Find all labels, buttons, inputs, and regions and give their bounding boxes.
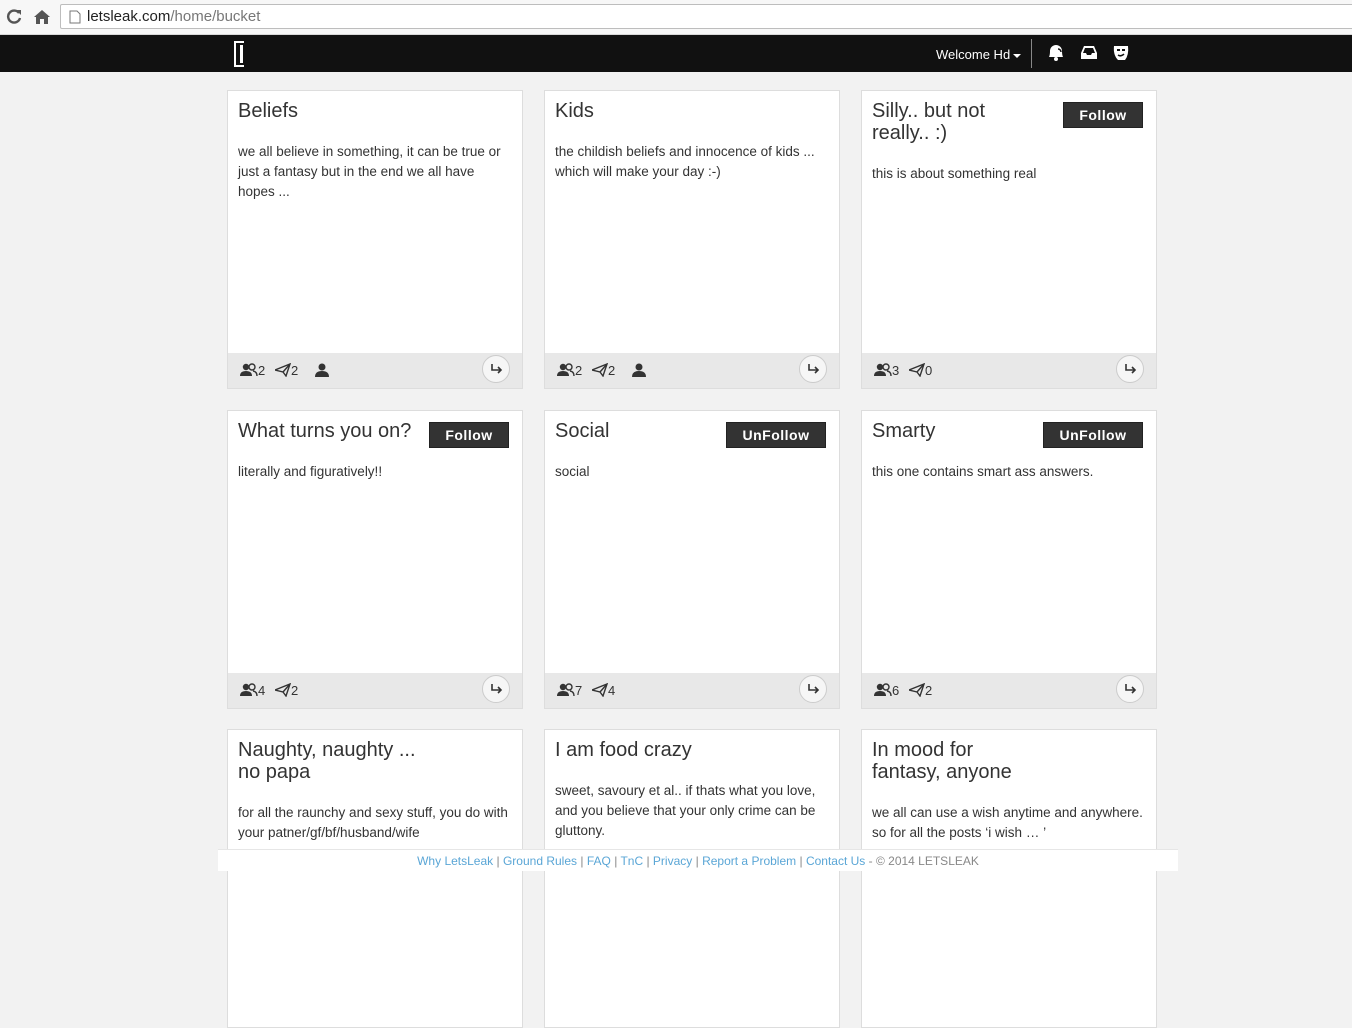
share-arrow-icon [1125, 684, 1137, 694]
share-arrow-icon [808, 364, 820, 374]
share-button[interactable] [1116, 675, 1144, 703]
share-button[interactable] [799, 675, 827, 703]
members-count: 2 [557, 363, 582, 378]
card-title[interactable]: In mood for fantasy, anyone [872, 739, 1047, 783]
card-footer: 7 4 [545, 673, 839, 708]
bucket-card[interactable]: Smarty UnFollow this one contains smart … [861, 410, 1157, 709]
card-footer: 2 2 [228, 353, 522, 388]
footer-link-report-problem[interactable]: Report a Problem [702, 854, 796, 868]
posts-count: 4 [589, 682, 615, 698]
card-footer: 4 2 [228, 673, 522, 708]
footer-link-privacy[interactable]: Privacy [653, 854, 692, 868]
posts-count: 2 [906, 682, 932, 698]
url-host: letsleak.com [87, 8, 171, 25]
follow-button[interactable]: Follow [1063, 102, 1143, 128]
footer-link-faq[interactable]: FAQ [587, 854, 611, 868]
welcome-label: Welcome Hd [936, 47, 1011, 62]
bucket-card[interactable]: I am food crazy sweet, savoury et al.. i… [544, 729, 840, 1028]
bucket-card[interactable]: In mood for fantasy, anyone we all can u… [861, 729, 1157, 1028]
posts-count: 2 [589, 362, 615, 378]
site-navbar: Welcome Hd [0, 35, 1352, 72]
footer-link-contact-us[interactable]: Contact Us [806, 854, 865, 868]
share-arrow-icon [491, 684, 503, 694]
footer-copyright: - © 2014 LETSLEAK [868, 854, 979, 868]
card-description: this one contains smart ass answers. [872, 464, 1094, 479]
members-count: 4 [240, 683, 265, 698]
user-menu-dropdown[interactable]: Welcome Hd [936, 47, 1022, 62]
share-button[interactable] [799, 355, 827, 383]
page-icon [69, 10, 81, 29]
user-icon[interactable] [315, 363, 329, 378]
notification-bell-icon[interactable] [1045, 43, 1067, 63]
bucket-card[interactable]: Naughty, naughty ... no papa for all the… [227, 729, 523, 1028]
letsleak-logo[interactable] [230, 39, 248, 69]
card-title[interactable]: What turns you on? [238, 420, 428, 442]
bucket-card[interactable]: Beliefs we all believe in something, it … [227, 90, 523, 389]
reload-icon[interactable] [4, 7, 24, 27]
posts-count: 2 [272, 682, 298, 698]
share-button[interactable] [482, 355, 510, 383]
url-text[interactable]: letsleak.com/home/bucket [87, 8, 260, 25]
card-footer: 6 2 [862, 673, 1156, 708]
card-footer: 2 2 [545, 353, 839, 388]
bucket-card[interactable]: What turns you on? Follow literally and … [227, 410, 523, 709]
card-title[interactable]: I am food crazy [555, 739, 825, 761]
anonymous-mask-icon[interactable] [1110, 43, 1132, 63]
card-title[interactable]: Silly.. but not really.. :) [872, 100, 1047, 144]
footer-separator: | [646, 854, 650, 868]
footer-separator: | [580, 854, 584, 868]
footer-separator: | [799, 854, 803, 868]
card-title[interactable]: Social [555, 420, 725, 442]
browser-toolbar: letsleak.com/home/bucket [0, 0, 1352, 35]
caret-down-icon [1013, 53, 1022, 58]
members-count: 7 [557, 683, 582, 698]
card-description: social [555, 464, 590, 479]
site-footer: Why LetsLeak | Ground Rules | FAQ | TnC … [218, 849, 1178, 871]
unfollow-button[interactable]: UnFollow [1043, 422, 1143, 448]
members-count: 3 [874, 363, 899, 378]
footer-link-why-letsleak[interactable]: Why LetsLeak [417, 854, 493, 868]
share-arrow-icon [1125, 364, 1137, 374]
card-description: this is about something real [872, 166, 1037, 181]
share-arrow-icon [491, 364, 503, 374]
footer-link-tnc[interactable]: TnC [620, 854, 643, 868]
footer-separator: | [695, 854, 699, 868]
card-description: literally and figuratively!! [238, 464, 383, 479]
card-title[interactable]: Smarty [872, 420, 1042, 442]
members-count: 2 [240, 363, 265, 378]
card-description: the childish beliefs and innocence of ki… [555, 144, 815, 179]
card-description: we all believe in something, it can be t… [238, 144, 501, 199]
card-title[interactable]: Beliefs [238, 100, 508, 122]
card-footer: 3 0 [862, 353, 1156, 388]
footer-separator: | [496, 854, 500, 868]
nav-divider [1031, 39, 1032, 68]
share-button[interactable] [1116, 355, 1144, 383]
footer-link-ground-rules[interactable]: Ground Rules [503, 854, 577, 868]
card-description: for all the raunchy and sexy stuff, you … [238, 805, 508, 840]
user-icon[interactable] [632, 363, 646, 378]
card-title[interactable]: Naughty, naughty ... no papa [238, 739, 428, 783]
share-button[interactable] [482, 675, 510, 703]
bucket-card[interactable]: Social UnFollow social 7 4 [544, 410, 840, 709]
members-count: 6 [874, 683, 899, 698]
card-title[interactable]: Kids [555, 100, 825, 122]
posts-count: 0 [906, 362, 932, 378]
card-description: we all can use a wish anytime and anywhe… [872, 805, 1143, 840]
follow-button[interactable]: Follow [429, 422, 509, 448]
address-bar[interactable]: letsleak.com/home/bucket [60, 4, 1352, 29]
home-icon[interactable] [32, 7, 52, 27]
posts-count: 2 [272, 362, 298, 378]
footer-separator: | [614, 854, 618, 868]
bucket-card[interactable]: Silly.. but not really.. :) Follow this … [861, 90, 1157, 389]
inbox-icon[interactable] [1078, 43, 1100, 63]
bucket-card[interactable]: Kids the childish beliefs and innocence … [544, 90, 840, 389]
url-path: /home/bucket [170, 8, 261, 25]
card-description: sweet, savoury et al.. if thats what you… [555, 783, 816, 838]
unfollow-button[interactable]: UnFollow [726, 422, 826, 448]
share-arrow-icon [808, 684, 820, 694]
